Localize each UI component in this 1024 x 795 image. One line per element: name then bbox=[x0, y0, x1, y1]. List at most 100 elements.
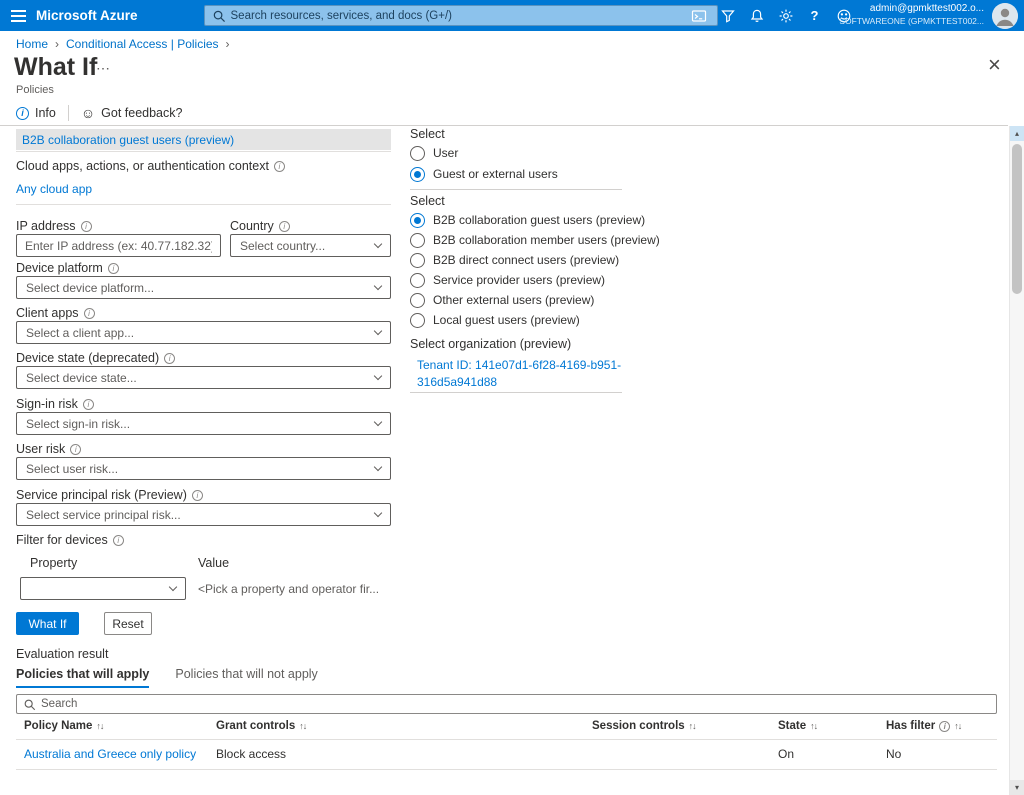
radio-local-guest-users[interactable]: Local guest users (preview) bbox=[410, 312, 580, 328]
column-state[interactable]: State bbox=[778, 720, 817, 732]
radio-icon bbox=[410, 313, 425, 328]
global-search-input[interactable] bbox=[231, 6, 717, 25]
signin-risk-select[interactable]: Select sign-in risk... bbox=[16, 412, 391, 435]
hamburger-menu-icon[interactable] bbox=[0, 0, 36, 31]
divider bbox=[0, 125, 1008, 126]
account-tenant: SOFTWAREONE (GPMKTTEST002... bbox=[839, 15, 984, 27]
radio-service-provider-users[interactable]: Service provider users (preview) bbox=[410, 272, 605, 288]
user-risk-select[interactable]: Select user risk... bbox=[16, 457, 391, 480]
more-actions-icon[interactable] bbox=[96, 60, 111, 77]
settings-gear-icon[interactable] bbox=[771, 0, 800, 31]
chevron-down-icon bbox=[374, 372, 382, 380]
select-group2-label: Select bbox=[410, 194, 445, 208]
avatar[interactable] bbox=[992, 3, 1018, 29]
scrollbar-thumb[interactable] bbox=[1012, 144, 1022, 294]
chevron-down-icon bbox=[374, 282, 382, 290]
chevron-down-icon bbox=[374, 463, 382, 471]
brand-microsoft-azure[interactable]: Microsoft Azure bbox=[36, 8, 138, 23]
cloud-shell-icon[interactable] bbox=[684, 0, 713, 31]
radio-guest-or-external-users[interactable]: Guest or external users bbox=[410, 166, 558, 182]
policy-name-link[interactable]: Australia and Greece only policy bbox=[24, 747, 196, 761]
scroll-down-arrow[interactable] bbox=[1010, 780, 1024, 795]
radio-user[interactable]: User bbox=[410, 145, 458, 161]
search-icon bbox=[212, 9, 227, 24]
radio-b2b-direct-connect-users[interactable]: B2B direct connect users (preview) bbox=[410, 252, 619, 268]
ip-address-input[interactable] bbox=[16, 234, 221, 257]
page-subtitle: Policies bbox=[16, 84, 54, 96]
any-cloud-app-link[interactable]: Any cloud app bbox=[16, 182, 92, 196]
divider bbox=[16, 769, 997, 770]
info-icon bbox=[83, 399, 94, 410]
breadcrumb-conditional-access-policies[interactable]: Conditional Access | Policies bbox=[66, 37, 219, 51]
person-icon bbox=[992, 3, 1018, 29]
results-search[interactable] bbox=[16, 694, 997, 714]
chevron-right-icon bbox=[55, 37, 59, 51]
service-principal-risk-select[interactable]: Select service principal risk... bbox=[16, 503, 391, 526]
country-select[interactable]: Select country... bbox=[230, 234, 391, 257]
ip-address-label: IP address bbox=[16, 219, 92, 233]
directory-filter-icon[interactable] bbox=[713, 0, 742, 31]
breadcrumb: Home Conditional Access | Policies bbox=[16, 37, 230, 51]
info-button[interactable]: Info bbox=[16, 106, 56, 120]
results-search-input[interactable] bbox=[41, 698, 996, 710]
search-icon bbox=[23, 698, 37, 712]
info-icon bbox=[84, 308, 95, 319]
sort-icon bbox=[810, 720, 817, 732]
command-bar: Info Got feedback? bbox=[16, 103, 182, 123]
column-grant-controls[interactable]: Grant controls bbox=[216, 720, 306, 732]
account-menu[interactable]: admin@gpmkttest002.o... SOFTWAREONE (GPM… bbox=[839, 3, 984, 27]
chevron-down-icon bbox=[374, 327, 382, 335]
vertical-scrollbar[interactable] bbox=[1009, 126, 1024, 795]
what-if-button[interactable]: What If bbox=[16, 612, 79, 635]
azure-portal-window: Microsoft Azure bbox=[0, 0, 1024, 795]
radio-b2b-collaboration-guest-users[interactable]: B2B collaboration guest users (preview) bbox=[410, 212, 645, 228]
column-session-controls[interactable]: Session controls bbox=[592, 720, 696, 732]
device-platform-select[interactable]: Select device platform... bbox=[16, 276, 391, 299]
property-select[interactable] bbox=[20, 577, 186, 600]
column-policy-name[interactable]: Policy Name bbox=[24, 720, 103, 732]
grant-controls-cell: Block access bbox=[216, 747, 286, 761]
chevron-right-icon bbox=[226, 37, 230, 51]
selected-user-item-label: B2B collaboration guest users (preview) bbox=[22, 133, 234, 147]
tab-policies-that-will-apply[interactable]: Policies that will apply bbox=[16, 667, 149, 688]
column-has-filter[interactable]: Has filter bbox=[886, 720, 961, 732]
chevron-down-icon bbox=[374, 240, 382, 248]
device-state-label: Device state (deprecated) bbox=[16, 351, 175, 365]
reset-button[interactable]: Reset bbox=[104, 612, 152, 635]
got-feedback-button[interactable]: Got feedback? bbox=[81, 106, 183, 120]
radio-icon bbox=[410, 146, 425, 161]
help-icon[interactable]: ? bbox=[800, 0, 829, 31]
global-search[interactable] bbox=[204, 5, 718, 26]
tab-policies-that-will-not-apply[interactable]: Policies that will not apply bbox=[175, 667, 317, 688]
breadcrumb-home[interactable]: Home bbox=[16, 37, 48, 51]
radio-b2b-collaboration-member-users[interactable]: B2B collaboration member users (preview) bbox=[410, 232, 660, 248]
info-icon bbox=[274, 161, 285, 172]
user-risk-label: User risk bbox=[16, 442, 81, 456]
filter-for-devices-label: Filter for devices bbox=[16, 533, 124, 547]
divider bbox=[16, 151, 391, 152]
feedback-label: Got feedback? bbox=[101, 106, 182, 120]
divider bbox=[16, 204, 391, 205]
result-tabs: Policies that will apply Policies that w… bbox=[16, 664, 318, 688]
info-icon bbox=[81, 221, 92, 232]
notifications-bell-icon[interactable] bbox=[742, 0, 771, 31]
tenant-id-link[interactable]: Tenant ID: 141e07d1-6f28-4169-b951-316d5… bbox=[417, 357, 627, 391]
radio-other-external-users[interactable]: Other external users (preview) bbox=[410, 292, 594, 308]
radio-icon bbox=[410, 233, 425, 248]
selected-user-item[interactable]: B2B collaboration guest users (preview) bbox=[16, 129, 391, 150]
device-state-select[interactable]: Select device state... bbox=[16, 366, 391, 389]
sort-icon bbox=[299, 720, 306, 732]
info-icon bbox=[939, 721, 950, 732]
client-apps-select[interactable]: Select a client app... bbox=[16, 321, 391, 344]
divider bbox=[68, 105, 69, 121]
info-icon bbox=[279, 221, 290, 232]
scroll-up-arrow[interactable] bbox=[1010, 126, 1024, 141]
select-group1-label: Select bbox=[410, 127, 445, 141]
sort-icon bbox=[689, 720, 696, 732]
chevron-down-icon bbox=[169, 583, 177, 591]
chevron-down-icon bbox=[374, 418, 382, 426]
close-icon[interactable] bbox=[988, 56, 1001, 75]
info-icon bbox=[70, 444, 81, 455]
divider bbox=[16, 739, 997, 740]
radio-icon bbox=[410, 293, 425, 308]
